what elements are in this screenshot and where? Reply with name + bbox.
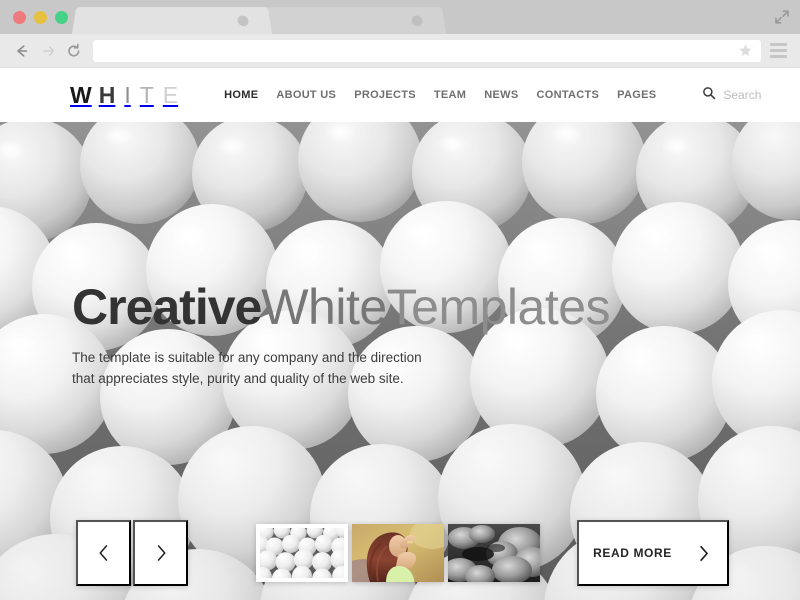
favicon-icon: [237, 15, 250, 27]
site-logo[interactable]: W H I T E: [70, 82, 178, 109]
search-input[interactable]: [723, 88, 800, 102]
slider-arrows: [76, 520, 188, 586]
expand-arrows-icon[interactable]: [774, 9, 790, 25]
logo-letter-w: W: [70, 81, 92, 108]
chevron-left-icon: [99, 545, 107, 561]
thumb-portrait[interactable]: [352, 524, 444, 582]
hero-content: CreativeWhiteTemplates The template is s…: [72, 279, 611, 390]
hero-section: CreativeWhiteTemplates The template is s…: [0, 122, 800, 600]
chevron-right-icon: [157, 545, 165, 561]
read-more-label: READ MORE: [593, 546, 672, 560]
hero-title: CreativeWhiteTemplates: [72, 279, 611, 335]
thumb-clouds[interactable]: [448, 524, 540, 582]
hero-subtitle-line2: that appreciates style, purity and quali…: [72, 370, 404, 386]
thumb-portrait-image: [352, 524, 444, 582]
slider-thumbnails: [256, 524, 540, 582]
star-icon[interactable]: [738, 43, 753, 58]
nav-item-contacts[interactable]: CONTACTS: [536, 89, 599, 101]
hero-title-part2: White: [261, 279, 387, 335]
read-more-button[interactable]: READ MORE: [577, 520, 729, 586]
nav-item-home[interactable]: HOME: [224, 89, 258, 101]
logo-letter-h: H: [98, 81, 116, 108]
forward-button[interactable]: [35, 38, 61, 64]
back-button[interactable]: [9, 38, 35, 64]
slider-prev-button[interactable]: [76, 520, 131, 586]
browser-titlebar: [0, 0, 800, 34]
browser-tab-2[interactable]: [256, 7, 446, 34]
reload-button[interactable]: [61, 38, 87, 64]
search-icon[interactable]: [702, 86, 716, 105]
nav-item-projects[interactable]: PROJECTS: [354, 89, 416, 101]
hero-title-part1: Creative: [72, 279, 262, 335]
favicon-icon: [411, 15, 424, 27]
nav-item-team[interactable]: TEAM: [434, 89, 466, 101]
logo-letter-e: E: [162, 81, 179, 108]
hero-subtitle: The template is suitable for any company…: [72, 348, 462, 390]
window-close-button[interactable]: [13, 11, 26, 24]
url-input[interactable]: [101, 39, 738, 62]
hero-title-part3: Templates: [386, 279, 611, 335]
browser-tab-1[interactable]: [72, 7, 272, 34]
logo-letter-t: T: [139, 81, 154, 108]
hamburger-line: [770, 43, 787, 46]
window-maximize-button[interactable]: [55, 11, 68, 24]
browser-window: W H I T E HOME ABOUT US PROJECTS TEAM NE…: [0, 0, 800, 600]
nav-item-about-us[interactable]: ABOUT US: [276, 89, 336, 101]
nav-item-news[interactable]: NEWS: [484, 89, 518, 101]
nav-item-pages[interactable]: PAGES: [617, 89, 656, 101]
hamburger-line: [770, 55, 787, 58]
main-navigation: HOME ABOUT US PROJECTS TEAM NEWS CONTACT…: [224, 89, 656, 101]
window-minimize-button[interactable]: [34, 11, 47, 24]
hamburger-line: [770, 49, 787, 52]
thumb-white-spheres[interactable]: [256, 524, 348, 582]
site-header: W H I T E HOME ABOUT US PROJECTS TEAM NE…: [0, 68, 800, 122]
hero-subtitle-line1: The template is suitable for any company…: [72, 350, 422, 365]
thumb-clouds-image: [448, 524, 540, 582]
thumb-white-spheres-image: [260, 528, 344, 578]
slider-next-button[interactable]: [133, 520, 188, 586]
address-bar[interactable]: [93, 39, 761, 62]
search-box[interactable]: [702, 86, 800, 105]
chevron-right-icon: [700, 545, 708, 561]
browser-tabs: [72, 6, 446, 34]
logo-letter-i: I: [124, 81, 131, 108]
slider-controls: READ MORE: [0, 520, 800, 586]
hamburger-icon[interactable]: [770, 41, 790, 61]
browser-toolbar: [0, 34, 800, 68]
window-controls: [13, 11, 68, 24]
